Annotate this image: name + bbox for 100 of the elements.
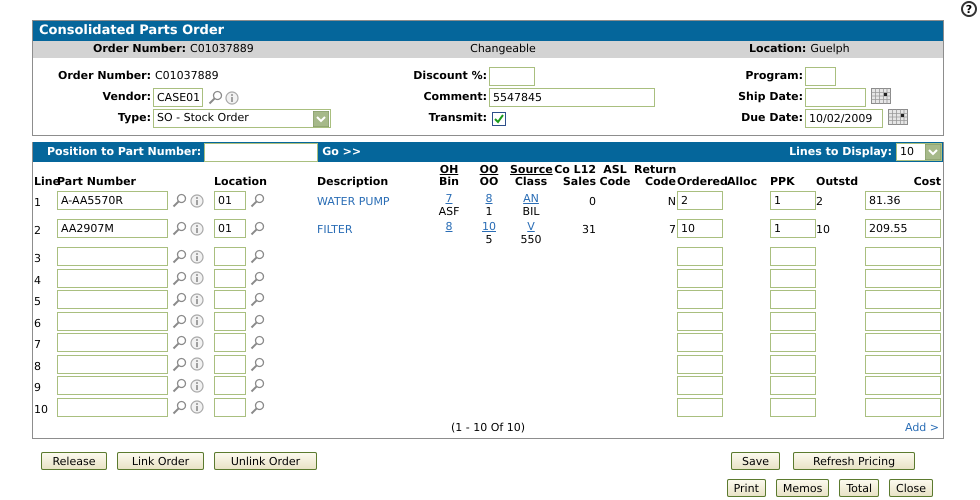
search-icon[interactable]: [172, 335, 187, 350]
action-button[interactable]: Refresh Pricing: [793, 452, 915, 470]
go-link[interactable]: Go >>: [318, 144, 362, 160]
part-number-field[interactable]: [57, 398, 168, 416]
search-icon[interactable]: [250, 335, 265, 350]
ordered-field[interactable]: 10: [677, 219, 723, 238]
search-icon[interactable]: [172, 356, 187, 372]
transmit-checkbox[interactable]: [492, 112, 506, 126]
ordered-field[interactable]: [677, 376, 723, 395]
ppk-field[interactable]: [770, 247, 816, 266]
search-icon[interactable]: [172, 314, 187, 328]
ordered-field[interactable]: [677, 268, 723, 288]
part-number-field[interactable]: A-AA5570R: [57, 191, 168, 210]
vendor-field[interactable]: CASE01: [153, 88, 203, 107]
search-icon[interactable]: [250, 249, 265, 264]
cost-field[interactable]: [865, 376, 941, 395]
dropdown-arrow-icon[interactable]: [925, 144, 941, 160]
ppk-field[interactable]: [770, 398, 816, 416]
search-icon[interactable]: [172, 249, 187, 264]
search-icon[interactable]: [250, 356, 265, 372]
info-icon[interactable]: [190, 357, 204, 371]
action-button[interactable]: Release: [41, 452, 107, 470]
ordered-field[interactable]: 2: [677, 191, 723, 210]
search-icon[interactable]: [250, 221, 265, 236]
search-icon[interactable]: [172, 400, 187, 414]
info-icon[interactable]: [190, 250, 204, 264]
table-link[interactable]: 7: [430, 192, 468, 205]
action-button[interactable]: Close: [889, 479, 933, 497]
cost-field[interactable]: [865, 398, 941, 416]
action-button[interactable]: Save: [730, 452, 780, 470]
ppk-field[interactable]: [770, 354, 816, 374]
ship-date-field[interactable]: [805, 88, 866, 107]
position-field[interactable]: [204, 142, 318, 162]
due-date-field[interactable]: 10/02/2009: [805, 109, 883, 128]
dropdown-arrow-icon[interactable]: [313, 110, 329, 126]
search-icon[interactable]: [250, 378, 265, 393]
location-field[interactable]: [214, 312, 246, 330]
location-field[interactable]: [214, 398, 246, 416]
ppk-field[interactable]: [770, 333, 816, 352]
calendar-icon[interactable]: [871, 88, 891, 104]
info-icon[interactable]: [190, 271, 204, 285]
search-icon[interactable]: [250, 292, 265, 307]
search-icon[interactable]: [172, 270, 187, 286]
search-icon[interactable]: [172, 221, 187, 236]
table-link[interactable]: 8: [430, 220, 468, 233]
ppk-field[interactable]: [770, 376, 816, 395]
search-icon[interactable]: [250, 314, 265, 328]
part-number-field[interactable]: [57, 376, 168, 395]
table-link[interactable]: V: [510, 220, 552, 233]
cost-field[interactable]: [865, 247, 941, 266]
info-icon[interactable]: [190, 194, 204, 208]
info-icon[interactable]: [190, 378, 204, 392]
part-number-field[interactable]: AA2907M: [57, 219, 168, 238]
ppk-field[interactable]: [770, 312, 816, 330]
cost-field[interactable]: 81.36: [865, 191, 941, 210]
part-number-field[interactable]: [57, 290, 168, 309]
program-field[interactable]: [805, 67, 836, 86]
calendar-icon[interactable]: [888, 108, 908, 124]
search-icon[interactable]: [172, 292, 187, 307]
info-icon[interactable]: [190, 400, 204, 414]
ppk-field[interactable]: 1: [770, 191, 816, 210]
location-field[interactable]: [214, 354, 246, 374]
location-field[interactable]: [214, 247, 246, 266]
part-number-field[interactable]: [57, 354, 168, 374]
ordered-field[interactable]: [677, 312, 723, 330]
add-link[interactable]: Add >: [904, 420, 939, 436]
action-button[interactable]: Unlink Order: [214, 452, 317, 470]
lines-dropdown[interactable]: 10: [896, 143, 942, 161]
part-number-field[interactable]: [57, 247, 168, 266]
table-link[interactable]: 8: [468, 192, 510, 205]
action-button[interactable]: Print: [726, 479, 766, 497]
search-icon[interactable]: [250, 193, 265, 208]
cost-field[interactable]: [865, 333, 941, 352]
ordered-field[interactable]: [677, 290, 723, 309]
location-field[interactable]: [214, 268, 246, 288]
ordered-field[interactable]: [677, 247, 723, 266]
location-field[interactable]: [214, 376, 246, 395]
ppk-field[interactable]: [770, 268, 816, 288]
info-icon[interactable]: [190, 222, 204, 236]
action-button[interactable]: Link Order: [117, 452, 204, 470]
column-header-link[interactable]: OO: [468, 164, 510, 176]
location-field[interactable]: [214, 333, 246, 352]
column-header-link[interactable]: OH: [430, 164, 468, 176]
cost-field[interactable]: [865, 268, 941, 288]
type-dropdown[interactable]: SO - Stock Order: [153, 109, 331, 128]
column-header-link[interactable]: Source: [510, 164, 552, 176]
description-link[interactable]: FILTER: [317, 223, 352, 236]
action-button[interactable]: Total: [839, 479, 880, 497]
table-link[interactable]: 10: [468, 220, 510, 233]
info-icon[interactable]: [190, 292, 204, 306]
table-link[interactable]: AN: [510, 192, 552, 205]
description-link[interactable]: WATER PUMP: [317, 195, 390, 208]
part-number-field[interactable]: [57, 268, 168, 288]
cost-field[interactable]: 209.55: [865, 219, 941, 238]
part-number-field[interactable]: [57, 312, 168, 330]
location-field[interactable]: [214, 290, 246, 309]
part-number-field[interactable]: [57, 333, 168, 352]
location-field[interactable]: 01: [214, 191, 246, 210]
action-button[interactable]: Memos: [776, 479, 830, 497]
help-button[interactable]: ?: [961, 1, 977, 17]
